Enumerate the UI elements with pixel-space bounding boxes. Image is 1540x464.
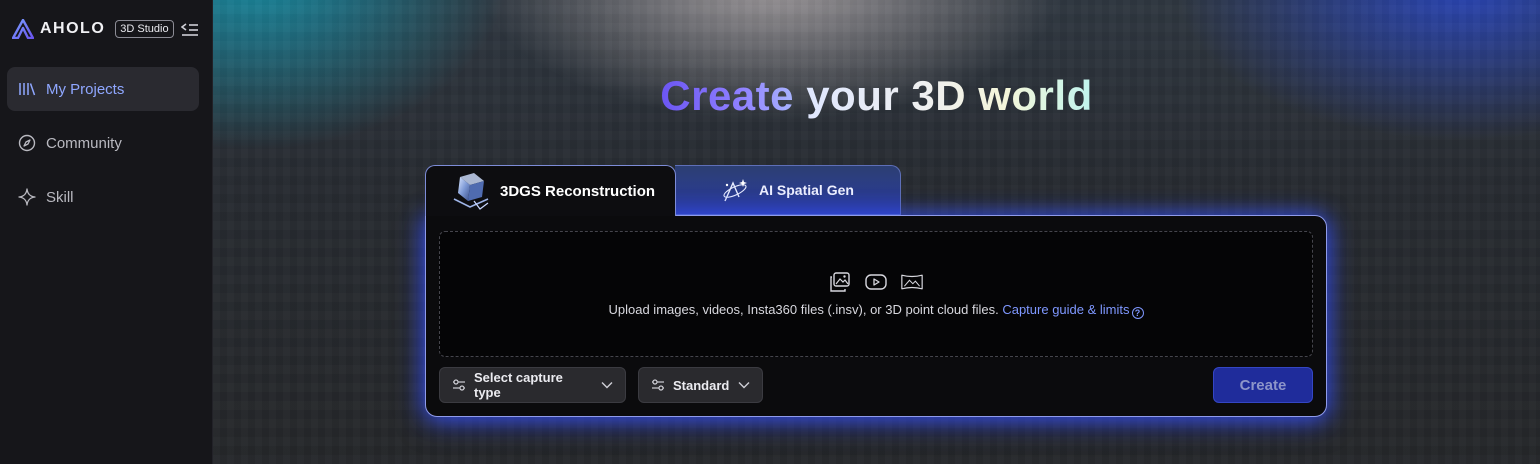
upload-instructions: Upload images, videos, Insta360 files (.…	[440, 302, 1312, 319]
aholo-logo-icon	[12, 19, 34, 39]
spatial-gen-icon	[723, 179, 748, 202]
tab-3dgs-reconstruction[interactable]: 3DGS Reconstruction	[425, 165, 676, 216]
chevron-down-icon	[601, 382, 613, 389]
quality-select[interactable]: Standard	[638, 367, 763, 403]
sidebar-item-community[interactable]: Community	[7, 121, 199, 165]
brand-name: AHOLO	[40, 20, 106, 37]
create-button[interactable]: Create	[1213, 367, 1313, 403]
capture-guide-link[interactable]: Capture guide & limits?	[1002, 302, 1144, 319]
sliders-icon	[452, 379, 465, 391]
sidebar-item-my-projects[interactable]: My Projects	[7, 67, 199, 111]
main-area: Create your 3D world 3DGS Reconstruction…	[213, 0, 1540, 464]
sidebar-item-skill[interactable]: Skill	[7, 175, 199, 219]
collapse-sidebar-icon	[181, 23, 198, 36]
tab-label: 3DGS Reconstruction	[500, 182, 656, 200]
video-icon	[865, 272, 887, 292]
headline-highlight: Create	[660, 72, 795, 119]
sidebar-item-label: Community	[46, 134, 122, 152]
collapse-sidebar-button[interactable]	[180, 20, 200, 40]
sidebar-item-label: My Projects	[46, 80, 125, 98]
page-title: Create your 3D world	[213, 72, 1540, 120]
create-panel: Upload images, videos, Insta360 files (.…	[425, 215, 1327, 417]
upload-dropzone[interactable]: Upload images, videos, Insta360 files (.…	[439, 231, 1313, 357]
headline-rest: your 3D world	[806, 72, 1093, 119]
sparkle-icon	[18, 188, 36, 206]
image-upload-icon	[829, 272, 851, 292]
upload-icons	[440, 272, 1312, 292]
tab-ai-spatial-gen[interactable]: AI Spatial Gen	[675, 165, 901, 215]
capture-type-select[interactable]: Select capture type	[439, 367, 626, 403]
cube-reconstruction-icon	[453, 173, 489, 210]
sidebar: AHOLO 3D Studio My Projects Community Sk…	[0, 0, 213, 464]
upload-text: Upload images, videos, Insta360 files (.…	[608, 302, 999, 317]
compass-icon	[18, 134, 36, 152]
sliders-icon	[652, 379, 664, 391]
brand-badge: 3D Studio	[115, 20, 174, 38]
panorama-icon	[901, 272, 923, 292]
sidebar-nav: My Projects Community Skill	[7, 67, 199, 229]
brand[interactable]: AHOLO 3D Studio	[12, 18, 174, 40]
sidebar-item-label: Skill	[46, 188, 74, 206]
chevron-down-icon	[738, 382, 750, 389]
quality-label: Standard	[673, 377, 730, 393]
capture-guide-link-label: Capture guide & limits	[1002, 302, 1130, 317]
capture-type-label: Select capture type	[473, 370, 563, 400]
help-icon: ?	[1131, 307, 1144, 319]
library-icon	[18, 80, 36, 98]
tab-label: AI Spatial Gen	[759, 182, 854, 198]
